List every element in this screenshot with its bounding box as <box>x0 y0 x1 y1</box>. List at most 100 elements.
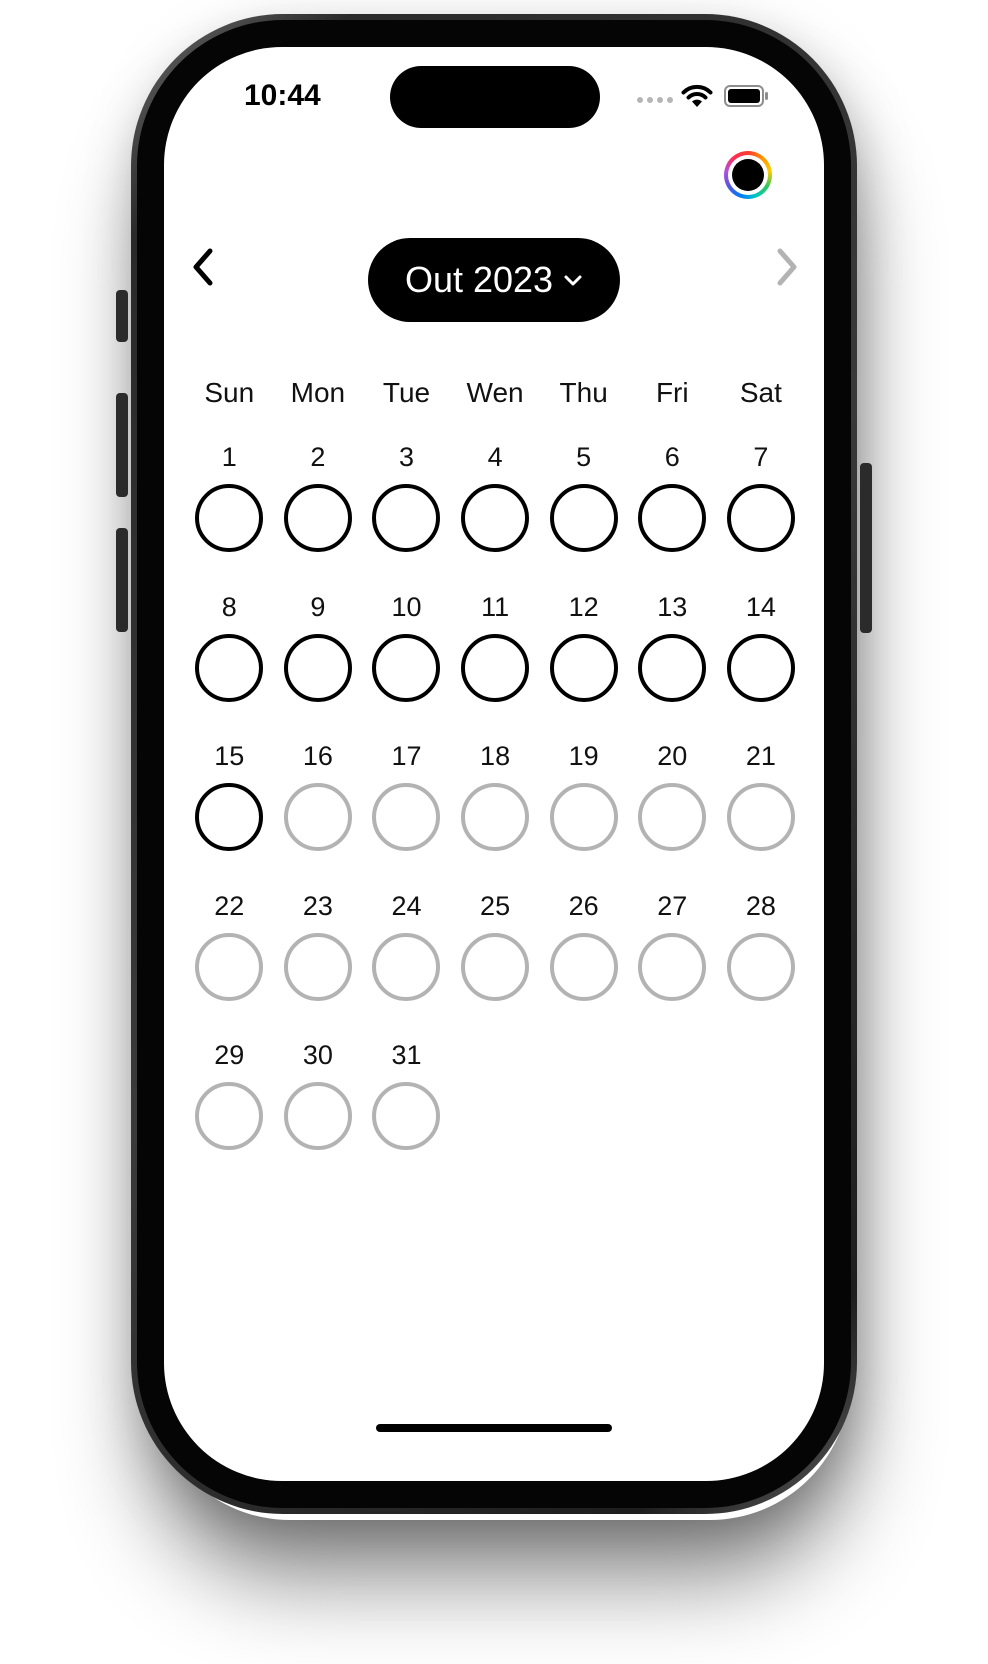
day-circle[interactable] <box>372 633 441 702</box>
day-number: 9 <box>310 591 326 622</box>
day-circle[interactable] <box>372 1082 441 1150</box>
calendar-day[interactable]: 21 <box>717 739 806 889</box>
calendar-day[interactable]: 22 <box>185 889 274 1039</box>
status-time: 10:44 <box>244 79 321 112</box>
day-circle[interactable] <box>461 484 530 552</box>
day-circle[interactable] <box>195 633 264 702</box>
calendar-day[interactable]: 3 <box>362 440 451 590</box>
day-circle[interactable] <box>283 932 352 1001</box>
color-wheel-icon[interactable] <box>724 151 772 199</box>
day-circle[interactable] <box>283 1082 352 1150</box>
selected-color-dot <box>732 159 764 191</box>
day-circle[interactable] <box>283 633 352 702</box>
day-circle[interactable] <box>726 633 795 702</box>
weekday-label: Sun <box>204 377 255 408</box>
day-circle[interactable] <box>549 633 618 702</box>
action-button <box>116 290 128 342</box>
calendar-day[interactable]: 31 <box>362 1038 451 1188</box>
day-number: 15 <box>214 741 245 771</box>
chevron-left-icon[interactable] <box>186 245 222 289</box>
day-circle[interactable] <box>638 484 707 552</box>
day-number: 11 <box>481 591 510 622</box>
month-picker-button[interactable]: Out 2023 <box>368 238 620 322</box>
day-circle[interactable] <box>372 484 441 552</box>
day-number: 24 <box>391 890 422 921</box>
calendar-day[interactable]: 13 <box>628 590 717 740</box>
calendar-day[interactable]: 24 <box>362 889 451 1039</box>
battery-icon <box>724 85 768 107</box>
calendar-day[interactable]: 26 <box>539 889 628 1039</box>
day-number: 25 <box>480 890 511 921</box>
calendar-day[interactable]: 1 <box>185 440 274 590</box>
day-number: 21 <box>745 741 776 771</box>
day-circle[interactable] <box>372 783 441 851</box>
screen: 10:44 Out 2023 Sun Mon Tue Wen Thu Fri S… <box>164 47 824 1481</box>
weekday-label: Fri <box>655 377 689 408</box>
calendar-day[interactable]: 25 <box>451 889 540 1039</box>
weekday-label: Sat <box>739 377 782 408</box>
day-number: 6 <box>664 442 680 472</box>
calendar-day[interactable]: 19 <box>539 739 628 889</box>
calendar-day[interactable]: 10 <box>362 590 451 740</box>
calendar-day[interactable]: 29 <box>185 1038 274 1188</box>
calendar-day[interactable]: 14 <box>717 590 806 740</box>
calendar-grid: 1 2 3 4 5 6 7 8 9 10 11 12 13 14 15 16 17 18 19 20 21 22 23 24 2… <box>185 440 805 1188</box>
day-circle[interactable] <box>461 633 530 702</box>
day-circle[interactable] <box>195 783 264 851</box>
day-circle[interactable] <box>372 932 441 1001</box>
signal-dots-icon <box>637 97 673 103</box>
day-circle[interactable] <box>195 484 264 552</box>
calendar-day[interactable]: 12 <box>539 590 628 740</box>
day-number: 17 <box>391 741 422 771</box>
calendar-day[interactable]: 15 <box>185 739 274 889</box>
day-circle[interactable] <box>726 932 795 1001</box>
calendar-day[interactable]: 7 <box>717 440 806 590</box>
day-number: 1 <box>221 442 237 472</box>
day-circle[interactable] <box>726 484 795 552</box>
weekday-label: Tue <box>382 377 431 408</box>
day-number: 3 <box>398 442 414 472</box>
calendar-day[interactable]: 17 <box>362 739 451 889</box>
day-number: 26 <box>568 890 599 921</box>
home-indicator[interactable] <box>376 1424 612 1432</box>
day-circle[interactable] <box>195 1082 264 1150</box>
volume-down-button <box>116 528 128 632</box>
calendar-day[interactable]: 11 <box>451 590 540 740</box>
chevron-down-icon <box>564 275 582 286</box>
calendar-day[interactable]: 6 <box>628 440 717 590</box>
day-circle[interactable] <box>638 783 707 851</box>
calendar-day[interactable]: 20 <box>628 739 717 889</box>
day-circle[interactable] <box>549 783 618 851</box>
day-number: 14 <box>745 591 776 622</box>
day-circle[interactable] <box>195 932 264 1001</box>
calendar-day[interactable]: 16 <box>274 739 363 889</box>
day-circle[interactable] <box>638 633 707 702</box>
day-number: 31 <box>391 1040 422 1070</box>
calendar-day[interactable]: 27 <box>628 889 717 1039</box>
day-number: 23 <box>302 890 333 921</box>
chevron-right-icon[interactable] <box>768 245 804 289</box>
day-circle[interactable] <box>726 783 795 851</box>
calendar-day[interactable]: 2 <box>274 440 363 590</box>
calendar-day[interactable]: 8 <box>185 590 274 740</box>
calendar-day[interactable]: 28 <box>717 889 806 1039</box>
power-button <box>860 463 872 633</box>
calendar-day[interactable]: 5 <box>539 440 628 590</box>
day-number: 22 <box>214 890 245 921</box>
calendar-day[interactable]: 9 <box>274 590 363 740</box>
day-circle[interactable] <box>638 932 707 1001</box>
calendar-day[interactable]: 4 <box>451 440 540 590</box>
day-circle[interactable] <box>283 484 352 552</box>
weekday-label: Mon <box>290 377 346 408</box>
weekday-header: Sun Mon Tue Wen Thu Fri Sat <box>185 377 805 409</box>
calendar-day[interactable]: 30 <box>274 1038 363 1188</box>
day-circle[interactable] <box>461 783 530 851</box>
weekday-label: Wen <box>466 377 524 408</box>
calendar-day[interactable]: 23 <box>274 889 363 1039</box>
day-number: 30 <box>302 1040 333 1070</box>
day-circle[interactable] <box>461 932 530 1001</box>
calendar-day[interactable]: 18 <box>451 739 540 889</box>
day-circle[interactable] <box>549 932 618 1001</box>
day-circle[interactable] <box>283 783 352 851</box>
day-circle[interactable] <box>549 484 618 552</box>
